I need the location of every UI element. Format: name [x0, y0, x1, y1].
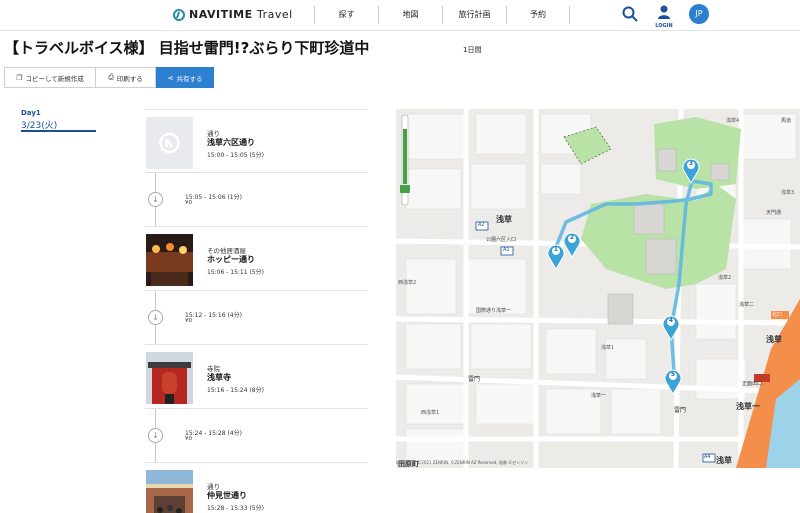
- action-bar: ❐ コピーして新規作成 ⎙ 印刷する ⋖ 共有する: [4, 67, 214, 88]
- zoom-handle[interactable]: [400, 185, 410, 193]
- route-map[interactable]: 1 2 3 4 5 浅草 A2 公園六区入口 A1 西浅草2 国際通り浅草一 浅…: [396, 109, 800, 468]
- spot-photo-sensoji: [146, 352, 193, 404]
- share-label: 共有する: [176, 74, 203, 83]
- map-label: 正面出口: [742, 381, 763, 387]
- map-label: 天門通: [766, 210, 782, 216]
- map-label: A4: [704, 454, 711, 460]
- walk-arrow-icon[interactable]: ↓: [148, 310, 163, 325]
- map-label: A2: [478, 222, 485, 228]
- spot-photo-nakamise: [146, 470, 193, 513]
- marker-label-5: 5: [670, 371, 676, 378]
- map-label: 浅草一: [736, 402, 760, 411]
- spot-name[interactable]: 仲見世通り: [207, 490, 247, 501]
- user-icon: [658, 5, 670, 19]
- day-label: Day1: [21, 109, 41, 117]
- move-item: ↓ 15:24 - 15:28 (4分) ¥0: [145, 409, 368, 463]
- map-label: 西浅草1: [421, 410, 440, 416]
- navitime-placeholder-icon: [159, 132, 180, 154]
- share-icon: ⋖: [167, 73, 174, 82]
- logo-suffix: Travel: [256, 8, 293, 21]
- map-label: 浅草: [496, 215, 512, 224]
- map-label: 雷門: [468, 376, 481, 383]
- marker-label-2: 2: [569, 234, 575, 241]
- login-label: LOGIN: [655, 23, 673, 29]
- map-label: 浅草3: [781, 190, 795, 196]
- spot-item[interactable]: 通り 仲見世通り 15:28 - 15:33 (5分): [145, 463, 368, 513]
- spot-time: 15:28 - 15:33 (5分): [207, 505, 264, 512]
- marker-label-4: 4: [668, 317, 674, 324]
- day-tab[interactable]: Day1 3/23(火): [21, 109, 96, 132]
- spot-name[interactable]: 浅草寺: [207, 372, 231, 383]
- logo-brand: NAVITIME: [189, 8, 253, 21]
- logo-mark-icon: [173, 8, 185, 21]
- nav-plan[interactable]: 旅行計画: [442, 6, 506, 24]
- print-label: 印刷する: [116, 74, 143, 83]
- nav-search[interactable]: 探す: [314, 6, 378, 24]
- plan-duration: 1日間: [463, 46, 482, 54]
- map-label: 西浅草2: [398, 280, 417, 286]
- move-item: ↓ 15:05 - 15:06 (1分) ¥0: [145, 173, 368, 227]
- avatar[interactable]: JP: [689, 4, 709, 24]
- walk-arrow-icon[interactable]: ↓: [148, 428, 163, 443]
- map-label: 公園六区入口: [486, 237, 517, 243]
- map-label: 北口: [772, 312, 783, 318]
- move-time: 15:24 - 15:28 (4分): [185, 430, 242, 437]
- spot-item[interactable]: その他居酒屋 ホッピー通り 15:06 - 15:11 (5分): [145, 227, 368, 291]
- map-label: 浅草: [716, 456, 732, 465]
- walk-arrow-icon[interactable]: ↓: [148, 192, 163, 207]
- move-time: 15:05 - 15:06 (1分): [185, 194, 242, 201]
- main-nav: 探す 地図 旅行計画 予約: [314, 6, 570, 24]
- map-label: 浅草1: [601, 345, 615, 351]
- nav-reserve[interactable]: 予約: [506, 6, 570, 24]
- share-button[interactable]: ⋖ 共有する: [156, 67, 214, 88]
- spot-placeholder-image: [146, 117, 193, 169]
- move-time: 15:12 - 15:16 (4分): [185, 312, 242, 319]
- page-title: 【トラベルボイス様】 目指せ雷門!?ぶらり下町珍道中: [4, 39, 370, 57]
- spot-item[interactable]: 寺院 浅草寺 15:16 - 15:24 (8分): [145, 345, 368, 409]
- marker-label-1: 1: [553, 246, 559, 253]
- map-label: 浅草2: [718, 275, 732, 281]
- spot-item[interactable]: 通り 浅草六区通り 15:00 - 15:05 (5分): [145, 109, 368, 173]
- site-header: NAVITIME Travel 探す 地図 旅行計画 予約 LOGIN JP: [0, 0, 800, 31]
- itinerary-timeline: 通り 浅草六区通り 15:00 - 15:05 (5分) ↓ 15:05 - 1…: [145, 109, 368, 513]
- copy-icon: ❐: [16, 73, 23, 82]
- navitime-logo[interactable]: NAVITIME Travel: [173, 8, 293, 21]
- map-label: 浅草4: [726, 118, 740, 124]
- map-label: 浅草: [766, 335, 782, 344]
- map-label: 国際通り浅草一: [476, 308, 512, 314]
- map-attribution: 地図データ ©2021 ZENRIN, ©ZENRIN AZ Reserved,…: [396, 460, 529, 465]
- page: NAVITIME Travel 探す 地図 旅行計画 予約 LOGIN JP 【…: [0, 0, 800, 513]
- map-label: A1: [503, 247, 510, 253]
- spot-time: 15:16 - 15:24 (8分): [207, 387, 264, 394]
- move-fare: ¥0: [185, 200, 192, 206]
- spot-photo-hoppy: [146, 234, 193, 286]
- day-date: 3/23(火): [21, 121, 58, 131]
- marker-label-3: 3: [688, 160, 694, 167]
- spot-name[interactable]: ホッピー通り: [207, 254, 255, 265]
- map-label: 浅草二: [739, 302, 755, 308]
- map-label: 馬道: [781, 118, 792, 124]
- nav-map[interactable]: 地図: [378, 6, 442, 24]
- search-icon[interactable]: [621, 5, 639, 23]
- spot-time: 15:06 - 15:11 (5分): [207, 269, 264, 276]
- print-icon: ⎙: [108, 73, 114, 81]
- copy-new-button[interactable]: ❐ コピーして新規作成: [4, 67, 96, 88]
- login-button[interactable]: LOGIN: [652, 4, 676, 30]
- move-fare: ¥0: [185, 318, 192, 324]
- map-label: 浅草一: [591, 393, 607, 399]
- copy-label: コピーして新規作成: [25, 74, 84, 83]
- spot-name[interactable]: 浅草六区通り: [207, 137, 255, 148]
- map-label: 雷門: [674, 407, 687, 414]
- move-fare: ¥0: [185, 436, 192, 442]
- print-button[interactable]: ⎙ 印刷する: [96, 67, 156, 88]
- move-item: ↓ 15:12 - 15:16 (4分) ¥0: [145, 291, 368, 345]
- spot-time: 15:00 - 15:05 (5分): [207, 152, 264, 159]
